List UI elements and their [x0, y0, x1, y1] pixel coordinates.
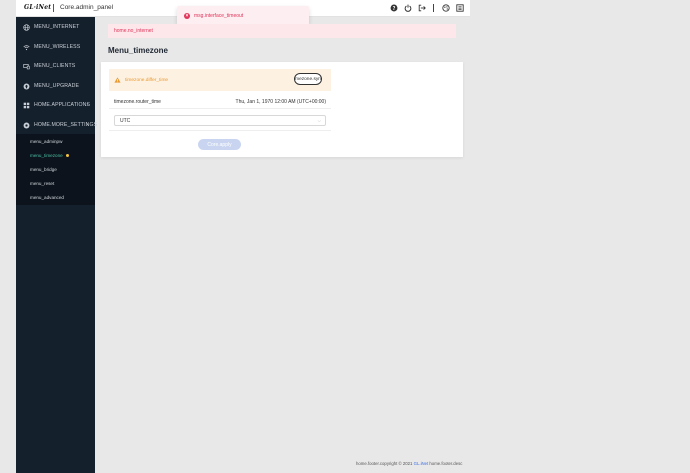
sidebar-item-label: MENU_WIRELESS: [34, 44, 81, 50]
logout-icon[interactable]: [417, 3, 426, 12]
chevron-right-icon: ›: [86, 122, 88, 128]
settings-submenu: menu_adminpw menu_timezone menu_bridge m…: [16, 134, 95, 205]
error-circle-icon: ×: [184, 12, 190, 19]
active-indicator-dot: [65, 154, 69, 158]
language-icon[interactable]: [455, 3, 464, 12]
submenu-item-adminpw[interactable]: menu_adminpw: [30, 139, 62, 144]
timezone-sync-button[interactable]: timezone.sync: [294, 73, 322, 85]
page-title: Menu_timezone: [108, 46, 169, 55]
timezone-select[interactable]: UTC ⌵: [114, 115, 326, 126]
settings-icon: [23, 122, 30, 129]
upgrade-icon: [23, 83, 30, 90]
apply-button[interactable]: Core.apply: [198, 139, 241, 150]
toast-message: msg.interface_timeout: [194, 12, 244, 19]
footer: home.footer.copyright © 2021 GL.iNet hom…: [356, 461, 462, 466]
submenu-item-advanced[interactable]: menu_advanced: [30, 195, 64, 200]
clients-icon: [23, 63, 30, 70]
chevron-right-icon: ›: [86, 102, 88, 108]
submenu-item-bridge[interactable]: menu_bridge: [30, 167, 57, 172]
topbar-actions: ?: [389, 3, 464, 12]
submenu-item-timezone[interactable]: menu_timezone: [30, 153, 69, 158]
submenu-item-reset[interactable]: menu_reset: [30, 181, 54, 186]
brand-logo[interactable]: GL·iNet: [24, 4, 51, 11]
footer-brand-link[interactable]: GL.iNet: [414, 461, 429, 466]
sidebar-item-label: MENU_UPGRADE: [34, 83, 80, 89]
router-time-row: timezone.router_time Thu, Jan 1, 1970 12…: [109, 95, 331, 109]
toolbar-divider: [433, 3, 434, 12]
submenu-item-label: menu_timezone: [30, 153, 63, 158]
warning-icon: [114, 77, 121, 83]
router-time-label: timezone.router_time: [114, 98, 161, 105]
svg-text:?: ?: [392, 5, 395, 11]
chevron-down-icon: ⌵: [317, 118, 321, 123]
footer-desc: home.footer.desc: [429, 461, 463, 466]
divider: [109, 130, 331, 131]
sidebar-item-upgrade[interactable]: MENU_UPGRADE: [16, 79, 95, 93]
router-time-value: Thu, Jan 1, 1970 12:00 AM (UTC+00:00): [235, 98, 326, 105]
globe-icon: [23, 23, 30, 31]
sidebar-item-label: MENU_INTERNET: [34, 24, 80, 30]
sidebar-item-label: MENU_CLIENTS: [34, 63, 76, 69]
theme-icon[interactable]: [441, 3, 450, 12]
sidebar: MENU_INTERNET MENU_WIRELESS MENU_CLIENTS…: [16, 17, 97, 473]
title-separator: [53, 4, 54, 12]
error-toast: × msg.interface_timeout: [177, 6, 309, 25]
sidebar-item-more-settings[interactable]: HOME.MORE_SETTINGS ›: [16, 118, 97, 132]
timezone-card: timezone.differ_time timezone.sync timez…: [101, 62, 463, 157]
app-title: Core.admin_panel: [60, 3, 114, 11]
timezone-selected-value: UTC: [120, 117, 131, 124]
warning-text: timezone.differ_time: [125, 77, 169, 83]
no-internet-banner: home.no_internet: [108, 24, 456, 38]
power-icon[interactable]: [403, 3, 412, 12]
sidebar-item-clients[interactable]: MENU_CLIENTS: [16, 59, 95, 73]
sidebar-item-internet[interactable]: MENU_INTERNET: [16, 20, 95, 34]
sidebar-item-label: HOME.APPLICATIONS: [34, 102, 91, 108]
sidebar-item-wireless[interactable]: MENU_WIRELESS: [16, 40, 95, 54]
apps-grid-icon: [23, 102, 30, 109]
sidebar-item-applications[interactable]: HOME.APPLICATIONS ›: [16, 98, 95, 112]
help-circle-icon[interactable]: ?: [389, 3, 398, 12]
wifi-icon: [23, 44, 30, 51]
time-mismatch-warning: timezone.differ_time timezone.sync: [109, 69, 331, 91]
footer-copyright: home.footer.copyright © 2021: [356, 461, 413, 466]
